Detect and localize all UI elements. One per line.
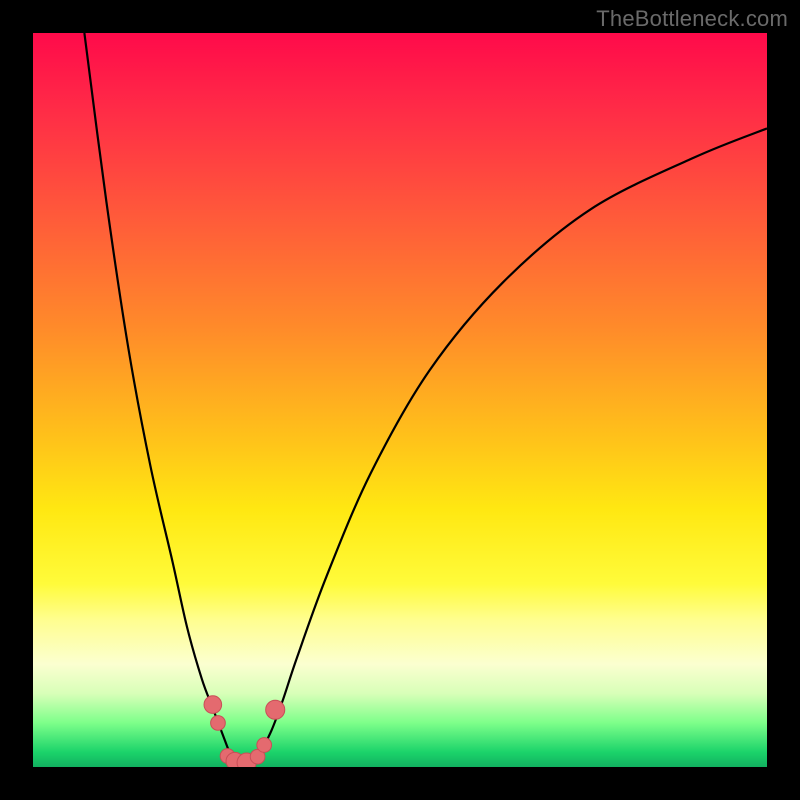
- outer-frame: TheBottleneck.com: [0, 0, 800, 800]
- marker-group: [204, 696, 285, 767]
- data-marker: [266, 700, 285, 719]
- right-curve: [253, 128, 767, 767]
- watermark-label: TheBottleneck.com: [596, 6, 788, 32]
- plot-area: [33, 33, 767, 767]
- data-marker: [204, 696, 222, 714]
- data-marker: [257, 738, 272, 753]
- data-marker: [211, 716, 226, 731]
- left-curve: [84, 33, 238, 767]
- chart-svg: [33, 33, 767, 767]
